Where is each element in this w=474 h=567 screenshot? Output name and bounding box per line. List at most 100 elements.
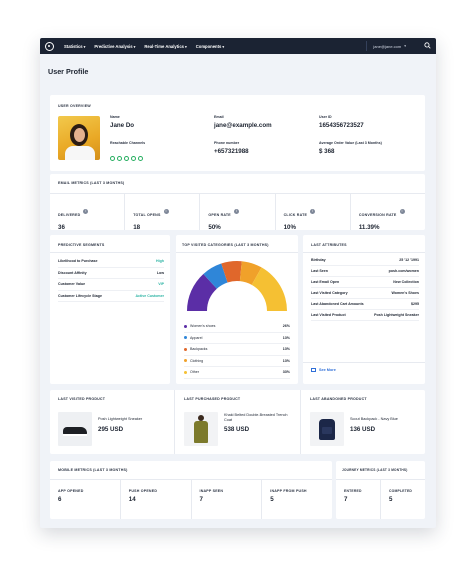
section-title: Last Attributes [311,243,347,247]
brand-logo-icon[interactable] [45,41,54,51]
legend-value: 13% [282,347,290,352]
row-label: Discount Affinity [58,270,87,275]
email-label: Email [214,115,224,119]
user-email: jane@jane.com [373,43,402,49]
products-card: Last Visited Product Posh Lightweight Sn… [50,390,425,454]
nav-item-statistics[interactable]: Statistics▾ [64,44,85,49]
metric-cell: Open Ratei 50% [199,193,274,231]
metric-value: 14 [128,496,136,503]
see-more-label: See More [319,368,336,372]
metric-label: Click Rate [283,213,308,217]
metric-cell: Inapp From Push 5 [261,479,332,519]
user-id: 1654356723527 [319,122,364,129]
legend-label: Apparel [190,335,203,340]
metric-cell: Total Opensi 18 [124,193,199,231]
metric-label: Push Opened [128,489,158,493]
user-name: Jane Do [110,122,135,129]
see-more-link[interactable]: See More [311,368,336,372]
predictive-segments-card: Predictive Segments Likelihood to Purcha… [50,235,170,384]
search-icon[interactable] [424,42,431,49]
whatsapp-channel-icon [138,156,143,161]
list-item: Last Abandoned Cart Amounts $295 [311,299,419,310]
product-name[interactable]: Posh Lightweight Sneaker [98,417,168,421]
info-icon[interactable]: i [233,209,239,215]
product-image[interactable] [184,412,218,446]
metric-label: Delivered [58,213,81,217]
info-icon[interactable]: i [83,209,89,215]
metric-label: App Opened [58,489,84,493]
row-label: Customer Lifecycle Stage [58,293,102,298]
metric-cell: Entered 7 [336,479,380,519]
push-channel-icon [124,156,129,161]
legend-label: Women's shoes [190,324,216,329]
product-name[interactable]: Khaki Belted Double-Breasted Trench Coat [224,413,292,423]
metric-cell: Completed 5 [380,479,425,519]
row-value: New Collection [393,280,419,284]
app-window: Statistics▾ Predictive Analysis▾ Real-Ti… [40,38,436,528]
metric-value: 50% [208,224,221,231]
product-image[interactable] [310,412,344,446]
aov-label: Average Order Value (Last 3 Months) [319,141,382,145]
legend-value: 33% [282,370,290,375]
legend-label: Other [190,370,199,375]
legend-label: Backpacks [190,347,208,352]
metric-cell: Conversion Ratei 11.39% [349,193,425,231]
journey-metrics-card: Journey Metrics (Last 3 Months) Entered 7… [336,461,425,519]
metric-label: Open Rate [208,213,231,217]
product-image[interactable] [58,412,92,446]
row-label: Last Visited Category [311,291,348,295]
list-item: Last Email Open New Collection [311,277,419,288]
last-visited-title: Last Visited Product [58,397,106,401]
metric-label: Inapp Seen [199,489,224,493]
name-label: Name [110,115,120,119]
row-value: VIP [158,282,164,287]
metric-value: 36 [58,224,65,231]
info-icon[interactable]: i [163,209,169,215]
legend-item: Women's shoes 26% [184,321,290,333]
legend-item: Clothing 13% [184,356,290,367]
metric-cell: App Opened 6 [50,479,120,519]
product-price: 295 USD [98,426,124,433]
list-icon [311,368,316,372]
metric-cell: Click Ratei 10% [274,193,350,231]
row-value: 25 '12 '1991 [399,258,419,262]
nav-item-components[interactable]: Components▾ [196,44,224,49]
legend-item: Apparel 13% [184,333,290,344]
avatar [58,116,100,160]
list-item: Last Visited Category Women's Shoes [311,288,419,299]
legend-swatch [184,347,187,351]
inapp-channel-icon [131,156,136,161]
metric-cell: Push Opened 14 [119,479,191,519]
user-email-value: jane@example.com [214,122,272,129]
product-price: 136 USD [350,426,376,433]
legend-swatch [184,370,187,374]
metric-value: 11.39% [358,224,380,231]
metric-cell: Inapp Seen 7 [190,479,262,519]
metric-value: 5 [270,496,274,503]
userid-label: User ID [319,115,332,119]
row-label: Birthday [311,258,326,262]
metric-cell: Deliveredi 36 [50,193,124,231]
list-item: Customer Value VIP [58,279,164,291]
info-icon[interactable]: i [310,209,316,215]
email-channel-icon [110,156,115,161]
section-title: Predictive Segments [58,243,105,247]
legend-value: 13% [282,358,290,363]
nav-item-predictive-analysis[interactable]: Predictive Analysis▾ [94,44,135,49]
nav-item-real-time-analytics[interactable]: Real-Time Analytics▾ [144,44,186,49]
metric-label: Inapp From Push [270,489,307,493]
product-name[interactable]: Scout Backpack - Navy Blue [350,417,420,421]
legend-swatch [184,359,187,363]
row-label: Last Seen [311,269,328,273]
section-title: User Overview [58,104,91,108]
row-value: Posh Lightweight Sneaker [374,313,419,317]
row-value: Low [156,270,164,275]
metric-value: 7 [199,496,203,503]
user-menu[interactable]: jane@jane.com ▾ [366,41,412,51]
mobile-metrics-card: Mobile Metrics (Last 3 Months) App Opene… [50,461,332,519]
last-purchased-title: Last Purchased Product [184,397,241,401]
info-icon[interactable]: i [399,209,405,215]
page-title: User Profile [48,67,89,76]
metric-value: 6 [58,496,62,503]
metric-label: Completed [389,489,413,493]
